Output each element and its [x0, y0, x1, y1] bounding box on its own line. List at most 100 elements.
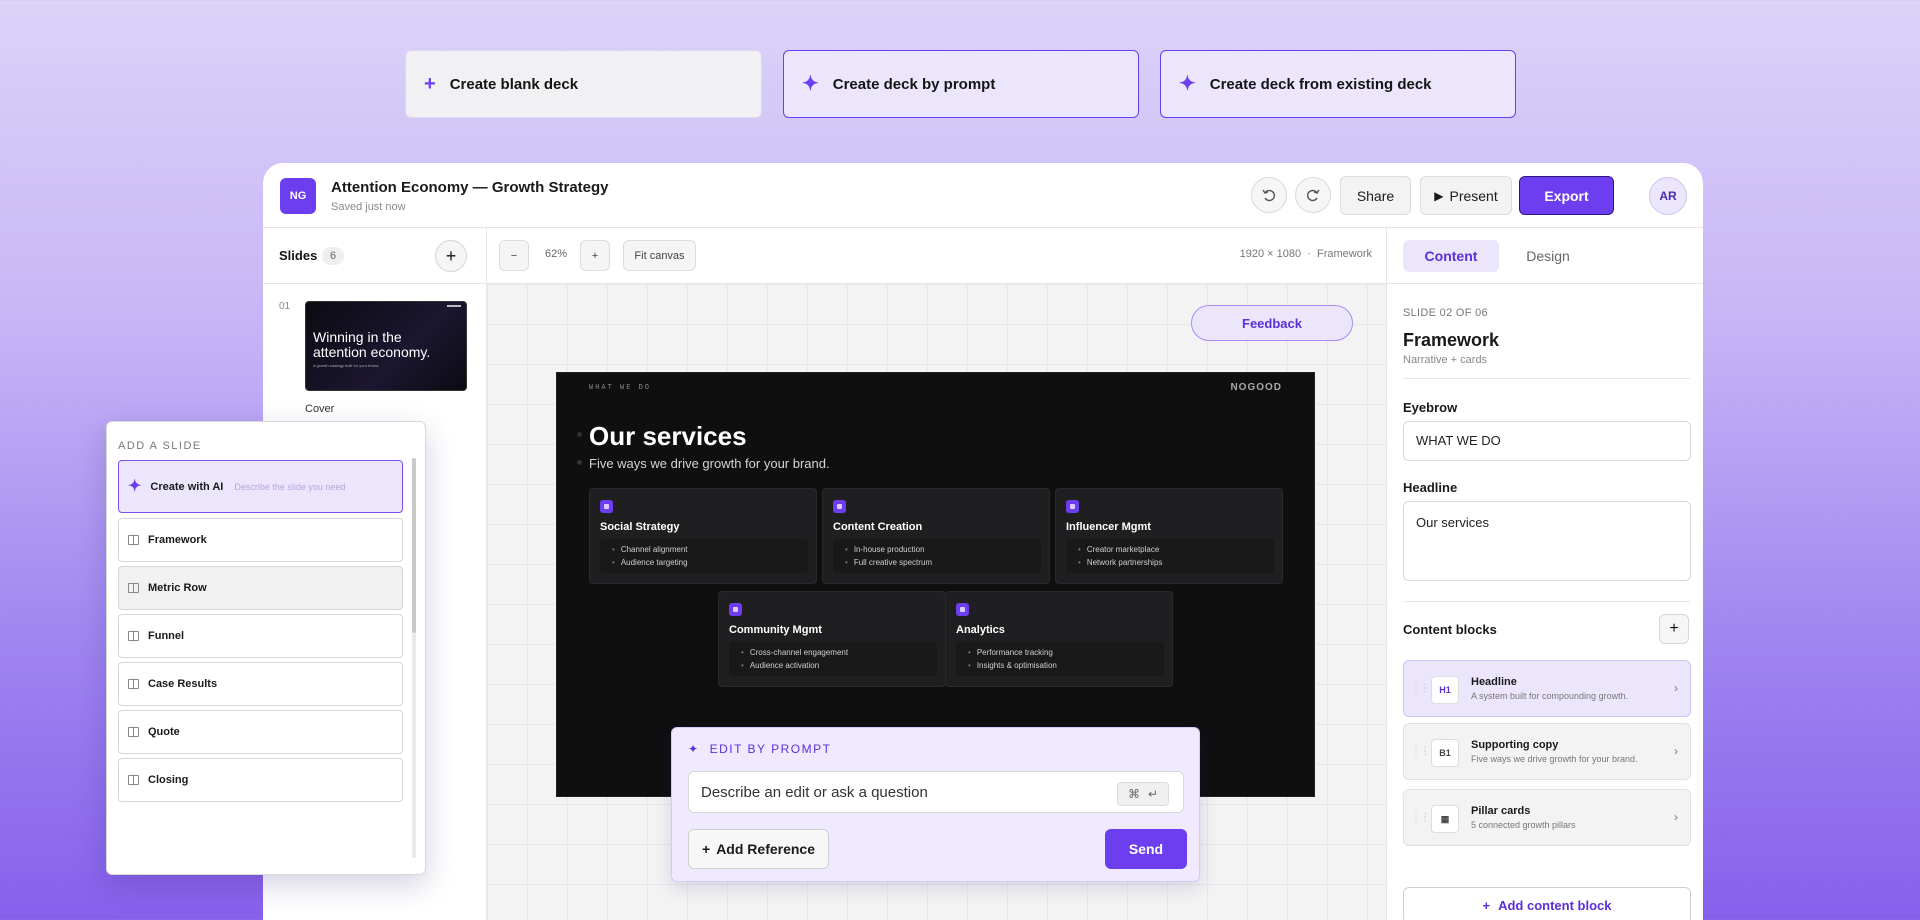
service-card[interactable]: Influencer Mgmt Creator marketplace Netw… — [1055, 488, 1283, 584]
layout-title: Framework — [1403, 330, 1500, 350]
create-blank-deck-button[interactable]: + Create blank deck — [405, 50, 762, 118]
layout-option-case-results[interactable]: Case Results — [118, 662, 403, 706]
block-title: Headline — [1471, 676, 1517, 688]
tab-content[interactable]: Content — [1403, 240, 1499, 272]
layout-option-label: Case Results — [148, 678, 218, 690]
undo-button[interactable] — [1251, 177, 1287, 213]
card-icon — [956, 603, 969, 616]
layout-option-metric-row[interactable]: Metric Row — [118, 566, 403, 610]
thumbnail-subtitle: A growth strategy built for your brand. — [313, 363, 380, 368]
sparkle-icon: ✦ — [802, 73, 819, 95]
slide-subtitle[interactable]: Five ways we drive growth for your brand… — [589, 456, 830, 471]
redo-button[interactable] — [1295, 177, 1331, 213]
card-icon — [729, 603, 742, 616]
card-bullets: Channel alignment Audience targeting — [600, 539, 808, 573]
service-card[interactable]: Community Mgmt Cross-channel engagement … — [718, 591, 946, 687]
create-deck-from-existing-label: Create deck from existing deck — [1209, 75, 1432, 93]
card-title: Influencer Mgmt — [1066, 521, 1151, 533]
editor-window: NG Attention Economy — Growth Strategy S… — [263, 163, 1703, 920]
handle-dot — [577, 460, 582, 465]
service-card[interactable]: Analytics Performance tracking Insights … — [945, 591, 1173, 687]
block-type-badge: B1 — [1431, 739, 1459, 767]
eyebrow-field[interactable]: WHAT WE DO — [1403, 421, 1691, 461]
layout-option-framework[interactable]: Framework — [118, 518, 403, 562]
content-block-headline[interactable]: ⋮⋮ H1 Headline A system built for compou… — [1403, 660, 1691, 717]
card-bullets: In-house production Full creative spectr… — [833, 539, 1041, 573]
edit-prompt-input[interactable]: Describe an edit or ask a question ⌘ ↵ — [688, 771, 1184, 813]
eyebrow-label: Eyebrow — [1403, 400, 1458, 415]
content-block-supporting-copy[interactable]: ⋮⋮ B1 Supporting copy Five ways we drive… — [1403, 723, 1691, 780]
add-reference-button[interactable]: + Add Reference — [688, 829, 829, 869]
plus-icon: + — [445, 245, 457, 266]
sparkle-icon: ✦ — [1179, 73, 1196, 95]
layout-option-quote[interactable]: Quote — [118, 710, 403, 754]
fit-canvas-button[interactable]: Fit canvas — [623, 240, 696, 271]
send-button[interactable]: Send — [1105, 829, 1187, 869]
document-title[interactable]: Attention Economy — Growth Strategy — [331, 179, 609, 196]
create-blank-deck-label: Create blank deck — [449, 75, 579, 93]
zoom-out-button[interactable]: − — [499, 240, 529, 271]
add-slide-button[interactable]: + — [435, 240, 467, 272]
present-label: Present — [1449, 187, 1498, 204]
card-bullet: Full creative spectrum — [845, 556, 1041, 569]
present-button[interactable]: ▶ Present — [1420, 176, 1512, 215]
drag-handle-icon[interactable]: ⋮⋮ — [1411, 683, 1430, 694]
slide-position-label: SLIDE 02 OF 06 — [1403, 307, 1488, 319]
chevron-right-icon: › — [1674, 681, 1678, 695]
user-avatar[interactable]: AR — [1649, 177, 1687, 215]
layout-option-label: Closing — [148, 774, 189, 786]
create-deck-from-existing-button[interactable]: ✦ Create deck from existing deck — [1160, 50, 1516, 118]
popover-scrollbar-thumb[interactable] — [412, 458, 416, 633]
drag-handle-icon[interactable]: ⋮⋮ — [1411, 812, 1430, 823]
plus-icon: + — [702, 841, 711, 857]
zoom-in-button[interactable]: + — [580, 240, 610, 271]
plus-icon: + — [424, 73, 436, 95]
add-block-button[interactable]: + — [1659, 614, 1689, 644]
divider — [1403, 378, 1690, 379]
layout-option-closing[interactable]: Closing — [118, 758, 403, 802]
card-icon — [833, 500, 846, 513]
editor-header: NG Attention Economy — Growth Strategy S… — [263, 163, 1703, 228]
card-title: Analytics — [956, 624, 1005, 636]
service-card[interactable]: Content Creation In-house production Ful… — [822, 488, 1050, 584]
thumbnail-title: Winning in the attention economy. — [313, 329, 431, 360]
tab-design[interactable]: Design — [1513, 240, 1583, 272]
slide-number: 01 — [279, 301, 291, 312]
command-key-icon: ⌘ — [1127, 787, 1140, 801]
slide-eyebrow[interactable]: WHAT WE DO — [589, 384, 651, 392]
card-bullet: In-house production — [845, 543, 1041, 556]
card-bullet: Audience activation — [741, 659, 937, 672]
editor-canvas[interactable]: Feedback WHAT WE DO NOGOOD Our services … — [487, 284, 1386, 920]
card-icon — [1066, 500, 1079, 513]
card-bullet: Audience targeting — [612, 556, 808, 569]
slides-count-badge: 6 — [322, 247, 344, 265]
slides-title: Slides — [279, 248, 318, 263]
slide-headline[interactable]: Our services — [589, 421, 747, 452]
add-reference-label: Add Reference — [716, 841, 815, 857]
card-bullet: Creator marketplace — [1078, 543, 1274, 556]
workspace-logo[interactable]: NG — [280, 178, 316, 214]
card-bullet: Channel alignment — [612, 543, 808, 556]
headline-field[interactable]: Our services — [1403, 501, 1691, 581]
create-with-ai-option[interactable]: ✦ Create with AI Describe the slide you … — [118, 460, 403, 513]
content-blocks-label: Content blocks — [1403, 622, 1497, 637]
layout-option-funnel[interactable]: Funnel — [118, 614, 403, 658]
sparkle-icon: ✦ — [688, 742, 700, 756]
export-button[interactable]: Export — [1519, 176, 1614, 215]
card-bullet: Performance tracking — [968, 646, 1164, 659]
service-card[interactable]: Social Strategy Channel alignment Audien… — [589, 488, 817, 584]
share-button[interactable]: Share — [1340, 176, 1411, 215]
slide-thumbnail-cover[interactable]: Winning in the attention economy. A grow… — [305, 301, 467, 391]
add-content-block-button[interactable]: + Add content block — [1403, 887, 1691, 920]
create-with-ai-placeholder[interactable]: Describe the slide you need — [234, 482, 345, 492]
feedback-button[interactable]: Feedback — [1191, 305, 1353, 341]
create-deck-by-prompt-button[interactable]: ✦ Create deck by prompt — [783, 50, 1139, 118]
slide-brand-logo: NOGOOD — [1230, 382, 1282, 393]
content-block-pillar-cards[interactable]: ⋮⋮ ▦ Pillar cards 5 connected growth pil… — [1403, 789, 1691, 846]
properties-panel: Content Design SLIDE 02 OF 06 Framework … — [1386, 228, 1703, 920]
drag-handle-icon[interactable]: ⋮⋮ — [1411, 746, 1430, 757]
undo-icon — [1262, 189, 1275, 202]
block-subtitle: Five ways we drive growth for your brand… — [1471, 754, 1638, 764]
card-bullets: Performance tracking Insights & optimisa… — [956, 642, 1164, 676]
chevron-right-icon: › — [1674, 810, 1678, 824]
